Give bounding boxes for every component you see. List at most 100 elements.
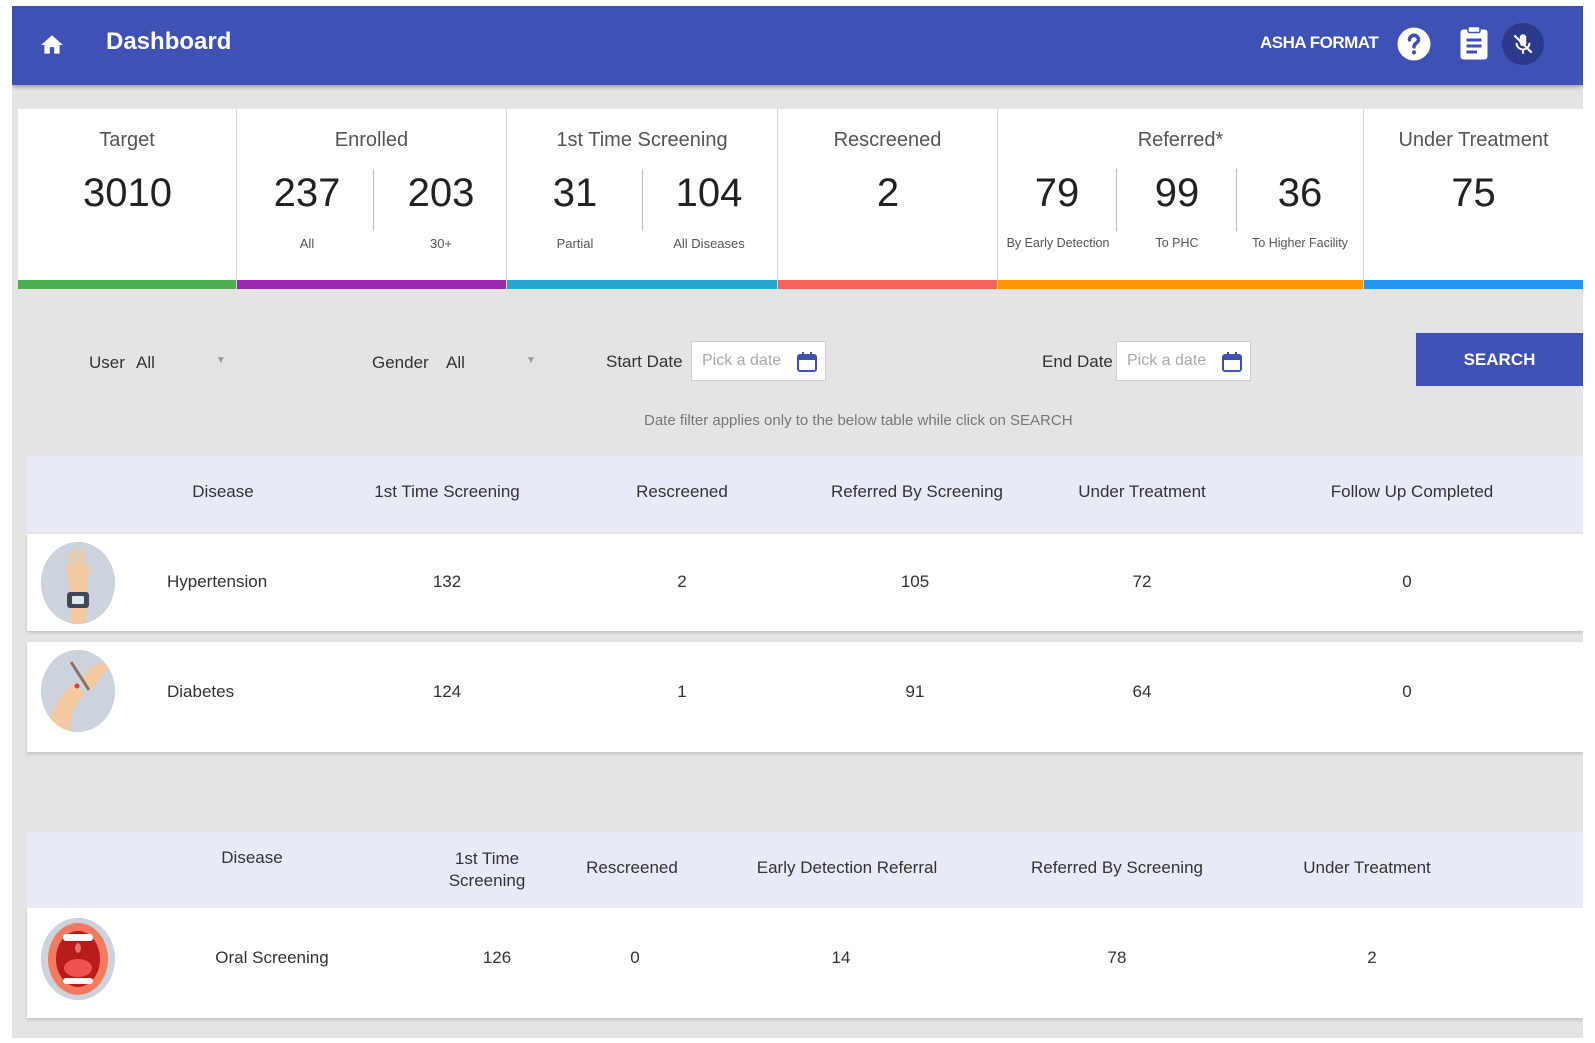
stat-card-target: Target 3010 bbox=[18, 109, 237, 289]
diabetes-icon bbox=[41, 650, 115, 732]
divider bbox=[642, 169, 643, 231]
stat-value: 3010 bbox=[83, 171, 172, 215]
hypertension-icon bbox=[41, 542, 115, 624]
stat-card-rescreened: Rescreened 2 bbox=[778, 109, 998, 289]
stat-title: Target bbox=[99, 129, 155, 151]
stat-value-early: 79 bbox=[1034, 171, 1080, 215]
cell-referred: 78 bbox=[1107, 948, 1127, 967]
col-header-rescreened: Rescreened bbox=[586, 858, 678, 877]
disease-table-header: Disease 1st Time Screening Rescreened Re… bbox=[27, 456, 1583, 532]
stat-card-first-screening: 1st Time Screening 31 104 Partial All Di… bbox=[507, 109, 778, 289]
date-filter-hint: Date filter applies only to the below ta… bbox=[644, 412, 1073, 429]
end-date-input[interactable]: Pick a date bbox=[1116, 341, 1251, 381]
stat-value-30plus: 203 bbox=[407, 171, 475, 215]
app-frame: Dashboard ASHA FORMAT Target 3010 Enroll… bbox=[12, 6, 1583, 1038]
cell-disease: Hypertension bbox=[167, 572, 268, 591]
cell-under-treatment: 2 bbox=[1367, 948, 1377, 967]
cell-first-screening: 126 bbox=[482, 948, 512, 967]
cell-early-detection: 14 bbox=[831, 948, 851, 967]
col-header-first-screening: 1st Time Screening bbox=[437, 848, 537, 892]
stat-value-all: 237 bbox=[273, 171, 341, 215]
col-header-disease: Disease bbox=[221, 848, 283, 867]
stat-value-all-diseases: 104 bbox=[675, 171, 743, 215]
col-header-referred-by-screening: Referred By Screening bbox=[831, 482, 1003, 501]
stat-card-under-treatment: Under Treatment 75 bbox=[1364, 109, 1583, 289]
stat-value-phc: 99 bbox=[1154, 171, 1200, 215]
cell-follow-up: 0 bbox=[1402, 572, 1412, 591]
stat-title: 1st Time Screening bbox=[556, 129, 728, 151]
cell-disease: Oral Screening bbox=[215, 948, 329, 967]
clipboard-icon[interactable] bbox=[1459, 25, 1489, 61]
header-line: Screening bbox=[448, 871, 526, 890]
cell-first-screening: 132 bbox=[432, 572, 462, 591]
calendar-icon[interactable] bbox=[1220, 350, 1244, 374]
stat-value: 75 bbox=[1451, 171, 1496, 215]
table-row[interactable]: Diabetes 124 1 91 64 0 bbox=[27, 642, 1583, 752]
col-header-follow-up: Follow Up Completed bbox=[1330, 482, 1494, 501]
stat-color-bar bbox=[507, 280, 777, 289]
cell-rescreened: 0 bbox=[630, 948, 640, 967]
stat-value-partial: 31 bbox=[552, 171, 598, 215]
stat-title: Enrolled bbox=[334, 129, 409, 151]
stats-panel: Target 3010 Enrolled 237 203 All 30+ 1st… bbox=[18, 109, 1583, 289]
stat-color-bar bbox=[18, 280, 236, 289]
cell-first-screening: 124 bbox=[432, 682, 462, 701]
col-header-disease: Disease bbox=[192, 482, 254, 501]
help-icon[interactable] bbox=[1396, 26, 1432, 62]
col-header-early-detection: Early Detection Referral bbox=[756, 858, 938, 877]
stat-title: Under Treatment bbox=[1398, 129, 1549, 151]
gender-filter-label: Gender bbox=[372, 353, 429, 372]
cell-under-treatment: 72 bbox=[1132, 572, 1152, 591]
cell-rescreened: 2 bbox=[677, 572, 687, 591]
cell-rescreened: 1 bbox=[677, 682, 687, 701]
table-row[interactable]: Hypertension 132 2 105 72 0 bbox=[27, 534, 1583, 631]
col-header-first-screening: 1st Time Screening bbox=[374, 482, 520, 501]
stat-value-higher: 36 bbox=[1277, 171, 1323, 215]
stat-sub-label: By Early Detection bbox=[1006, 236, 1110, 250]
gender-filter-select[interactable]: All bbox=[446, 353, 465, 373]
col-header-referred-by-screening: Referred By Screening bbox=[1031, 858, 1203, 877]
user-filter-label: User bbox=[89, 353, 125, 372]
page-title: Dashboard bbox=[106, 28, 232, 55]
stat-value: 2 bbox=[876, 171, 900, 215]
stat-color-bar bbox=[998, 280, 1363, 289]
stat-color-bar bbox=[237, 280, 506, 289]
cell-referred: 105 bbox=[900, 572, 930, 591]
home-icon[interactable] bbox=[38, 32, 66, 58]
table-row[interactable]: Oral Screening 126 0 14 78 2 bbox=[27, 908, 1583, 1018]
cell-under-treatment: 64 bbox=[1132, 682, 1152, 701]
stat-title: Referred* bbox=[1137, 129, 1224, 151]
mic-toggle-button[interactable] bbox=[1502, 23, 1544, 65]
stat-color-bar bbox=[1364, 280, 1583, 289]
end-date-label: End Date bbox=[1042, 352, 1113, 371]
chevron-down-icon[interactable]: ▼ bbox=[526, 355, 536, 366]
chevron-down-icon[interactable]: ▼ bbox=[216, 355, 226, 366]
stat-sub-label: To PHC bbox=[1155, 236, 1199, 250]
oral-screening-icon bbox=[41, 918, 115, 1000]
end-date-placeholder: Pick a date bbox=[1127, 352, 1207, 369]
stat-title: Rescreened bbox=[833, 129, 942, 151]
cell-disease: Diabetes bbox=[167, 682, 235, 701]
stat-sub-label: To Higher Facility bbox=[1252, 236, 1348, 250]
cell-follow-up: 0 bbox=[1402, 682, 1412, 701]
col-header-rescreened: Rescreened bbox=[636, 482, 728, 501]
col-header-under-treatment: Under Treatment bbox=[1078, 482, 1206, 501]
calendar-icon[interactable] bbox=[795, 350, 819, 374]
asha-format-link[interactable]: ASHA FORMAT bbox=[1260, 33, 1379, 53]
mic-off-icon bbox=[1513, 34, 1533, 54]
col-header-under-treatment: Under Treatment bbox=[1303, 858, 1431, 877]
header-line: 1st Time bbox=[454, 849, 520, 868]
user-filter-select[interactable]: All bbox=[136, 353, 155, 373]
start-date-label: Start Date bbox=[606, 352, 683, 371]
oral-table-header: Disease 1st Time Screening Rescreened Ea… bbox=[27, 832, 1583, 908]
stat-card-enrolled: Enrolled 237 203 All 30+ bbox=[237, 109, 507, 289]
cell-referred: 91 bbox=[905, 682, 925, 701]
start-date-placeholder: Pick a date bbox=[702, 352, 782, 369]
stat-sub-label: 30+ bbox=[429, 236, 453, 251]
stat-color-bar bbox=[778, 280, 997, 289]
start-date-input[interactable]: Pick a date bbox=[691, 341, 826, 381]
stat-sub-label: All bbox=[299, 236, 315, 251]
divider bbox=[1236, 169, 1237, 231]
search-button[interactable]: SEARCH bbox=[1416, 333, 1583, 386]
stat-card-referred: Referred* 79 99 36 By Early Detection To… bbox=[998, 109, 1364, 289]
